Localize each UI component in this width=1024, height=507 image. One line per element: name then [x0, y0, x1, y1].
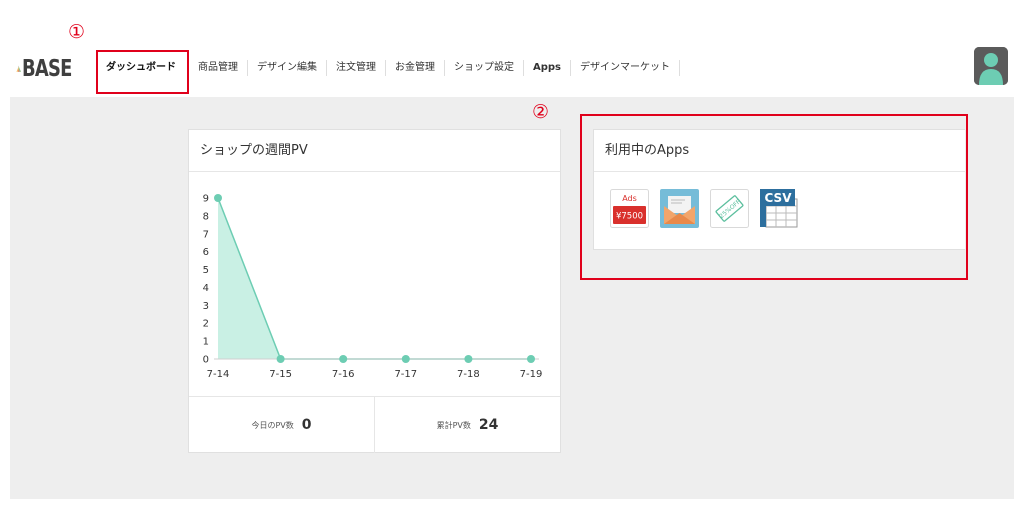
- y-tick-label: 7: [203, 229, 209, 240]
- nav-design-edit[interactable]: デザイン編集: [248, 60, 327, 76]
- pv-point: [401, 355, 410, 363]
- x-tick-label: 7-14: [207, 369, 230, 380]
- pv-point: [464, 355, 473, 363]
- total-pv-stat: 累計PV数 24: [374, 397, 560, 453]
- weekly-pv-chart: 0 1 2 3 4 5 6 7 8 9 7-14 7-15 7-16 7-17 7-18 7-19: [189, 173, 560, 395]
- today-pv-value: 0: [301, 417, 312, 433]
- y-tick-label: 8: [203, 211, 209, 222]
- x-tick-label: 7-15: [269, 369, 292, 380]
- pv-point: [214, 194, 222, 202]
- x-tick-label: 7-16: [332, 369, 355, 380]
- x-tick-label: 7-18: [457, 369, 480, 380]
- total-pv-value: 24: [478, 417, 499, 433]
- pv-area: [218, 198, 531, 359]
- annotation-box-1: [96, 50, 189, 94]
- page: BASE ダッシュボード 商品管理 デザイン編集 注文管理 お金管理 ショップ設…: [0, 0, 1024, 507]
- y-tick-label: 3: [203, 301, 209, 312]
- y-tick-label: 6: [203, 247, 209, 258]
- y-tick-label: 1: [203, 337, 209, 348]
- logo-text: BASE: [22, 56, 73, 82]
- tent-icon: [16, 65, 21, 72]
- nav-money[interactable]: お金管理: [386, 60, 445, 76]
- nav-orders[interactable]: 注文管理: [327, 60, 386, 76]
- y-tick-label: 0: [203, 355, 209, 366]
- y-tick-label: 2: [203, 319, 209, 330]
- nav-apps[interactable]: Apps: [524, 60, 572, 76]
- pv-point: [527, 355, 535, 363]
- pv-point: [276, 355, 285, 363]
- pv-stats: 今日のPV数 0 累計PV数 24: [189, 396, 560, 453]
- annotation-number-1: ①: [68, 21, 86, 43]
- weekly-pv-chart-svg: 0 1 2 3 4 5 6 7 8 9 7-14 7-15 7-16 7-17 7-18 7-19: [203, 194, 543, 381]
- pv-point: [339, 355, 348, 363]
- x-tick-label: 7-17: [394, 369, 417, 380]
- avatar[interactable]: [974, 47, 1008, 85]
- y-tick-label: 5: [203, 265, 209, 276]
- x-tick-label: 7-19: [520, 369, 543, 380]
- y-tick-label: 4: [203, 283, 209, 294]
- nav-products[interactable]: 商品管理: [189, 60, 248, 76]
- weekly-pv-card: ショップの週間PV 0 1 2 3 4 5 6 7 8 9 7-14 7-15 7-16 7-17 7-18…: [188, 129, 561, 453]
- annotation-box-2: [580, 114, 968, 280]
- nav-shop-settings[interactable]: ショップ設定: [445, 60, 524, 76]
- nav-design-market[interactable]: デザインマーケット: [571, 60, 681, 76]
- base-logo[interactable]: BASE: [16, 52, 86, 86]
- y-tick-label: 9: [203, 194, 209, 205]
- user-icon: [974, 47, 1008, 85]
- annotation-number-2: ②: [532, 101, 550, 123]
- total-pv-label: 累計PV数: [436, 420, 471, 430]
- today-pv-stat: 今日のPV数 0: [189, 397, 374, 453]
- today-pv-label: 今日のPV数: [251, 420, 294, 430]
- weekly-pv-title: ショップの週間PV: [189, 130, 560, 172]
